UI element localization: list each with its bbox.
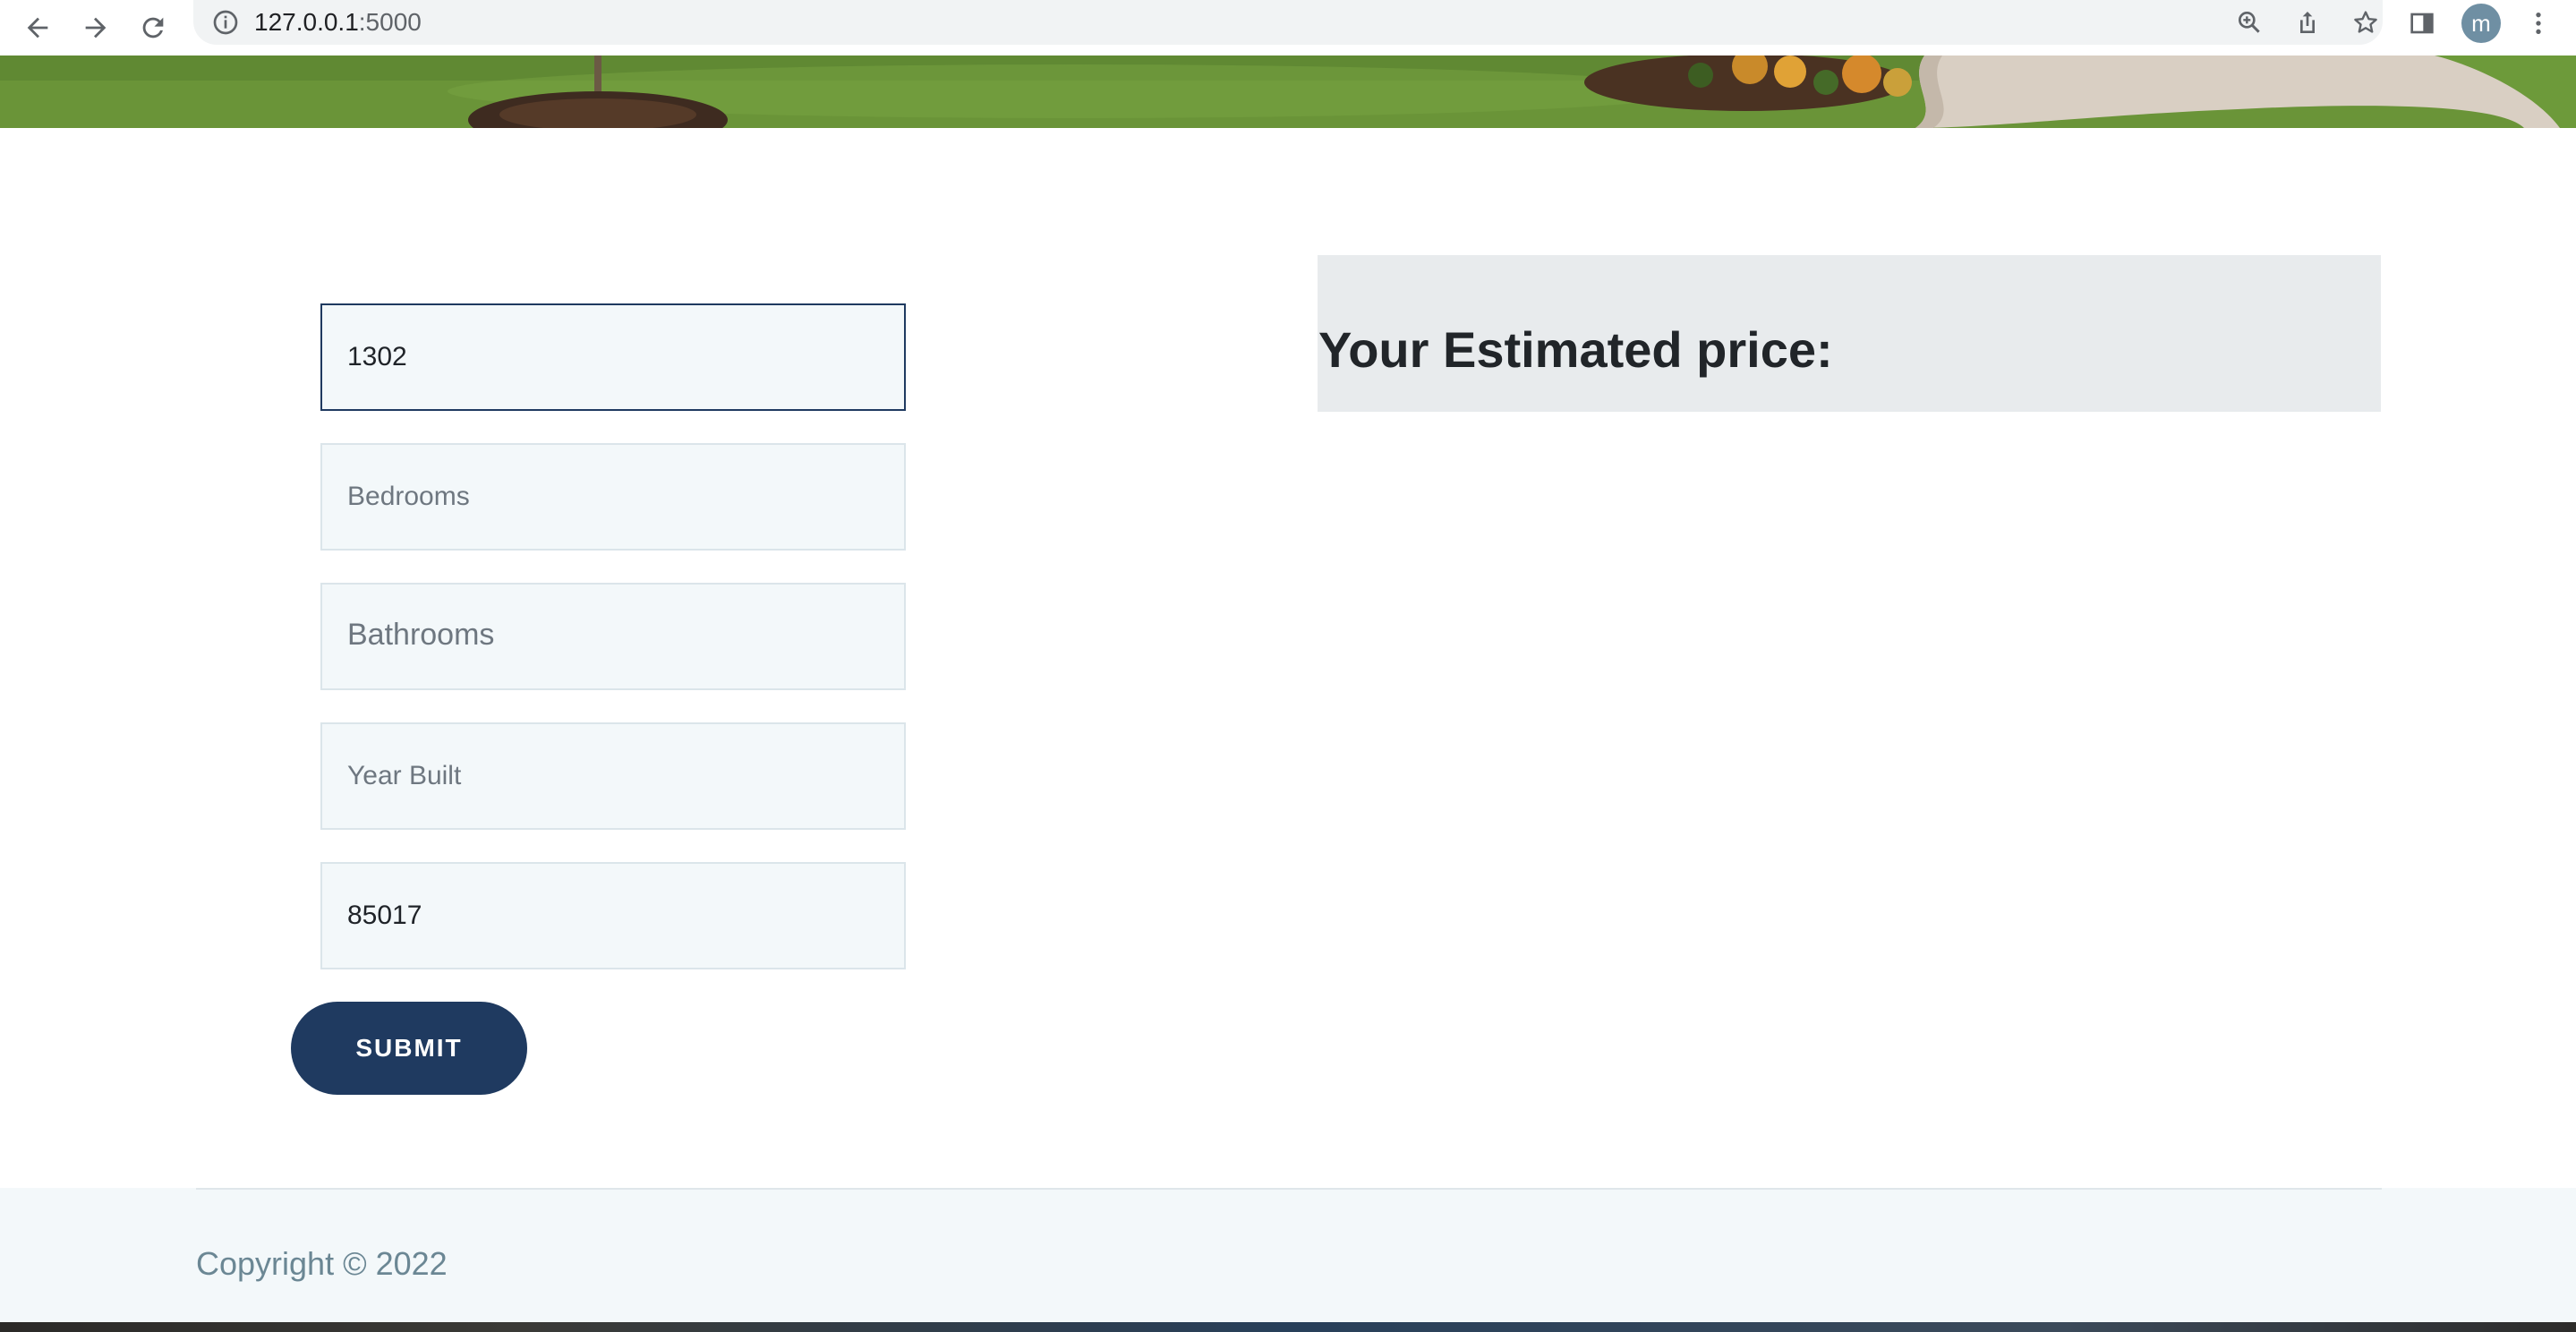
reload-button[interactable] <box>132 6 175 49</box>
hero-image <box>0 56 2576 128</box>
bedrooms-input[interactable] <box>320 443 906 551</box>
submit-button[interactable]: SUBMIT <box>291 1002 527 1095</box>
browser-toolbar: 127.0.0.1:5000 m <box>0 0 2576 56</box>
arrow-right-icon <box>85 17 107 38</box>
bathrooms-input[interactable] <box>320 583 906 690</box>
zipcode-input[interactable] <box>320 862 906 969</box>
page-root: 127.0.0.1:5000 m 1302 Bedrooms Bathrooms… <box>0 0 2576 1332</box>
year-built-input[interactable] <box>320 722 906 830</box>
zoom-icon <box>2239 11 2260 33</box>
url-text: 127.0.0.1:5000 <box>254 7 422 38</box>
footer: Copyright © 2022 <box>0 1188 2576 1322</box>
url-port: :5000 <box>358 8 422 36</box>
bottom-image-strip <box>0 1322 2576 1332</box>
arrow-left-icon <box>27 17 48 38</box>
info-icon[interactable] <box>211 8 240 37</box>
reload-icon <box>142 17 164 38</box>
address-bar[interactable]: 127.0.0.1:5000 <box>193 0 2383 45</box>
footer-divider <box>196 1188 2382 1190</box>
profile-avatar[interactable]: m <box>2461 4 2501 43</box>
square-feet-input[interactable] <box>320 303 906 411</box>
url-host: 127.0.0.1 <box>254 8 359 36</box>
lawn-illustration <box>0 56 2576 128</box>
kebab-menu-icon <box>2536 13 2541 34</box>
share-icon <box>2300 12 2315 33</box>
side-panel-button[interactable] <box>2404 5 2440 41</box>
zoom-button[interactable] <box>2232 5 2266 39</box>
side-panel-icon <box>2410 13 2434 34</box>
star-icon <box>2354 11 2377 33</box>
forward-button[interactable] <box>74 6 117 49</box>
copyright-text: Copyright © 2022 <box>196 1245 448 1282</box>
estimated-price-heading: Your Estimated price: <box>1318 321 1833 378</box>
bookmark-button[interactable] <box>2349 5 2383 39</box>
menu-button[interactable] <box>2521 5 2556 41</box>
share-button[interactable] <box>2290 5 2324 39</box>
back-button[interactable] <box>16 6 59 49</box>
